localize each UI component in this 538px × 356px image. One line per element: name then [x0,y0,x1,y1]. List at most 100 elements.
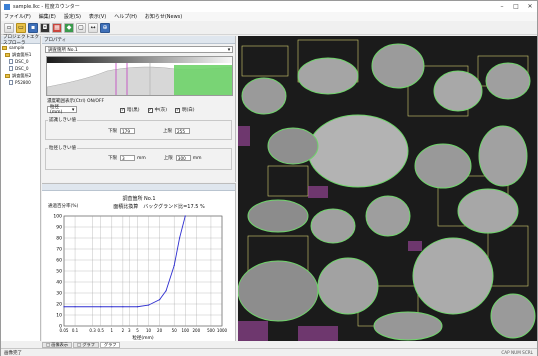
histogram-view[interactable] [46,56,233,96]
folder-icon [2,45,7,50]
lower-min-spinner[interactable]: 179 [120,128,135,134]
bottom-tab-strip: □ 画像表示 □ グラフ グラフ [42,341,236,348]
image-file-icon [9,80,13,85]
stone-image-view[interactable] [237,36,537,341]
data-point [122,306,124,308]
save-icon[interactable]: ▪ [28,22,38,33]
size-max-spinner[interactable]: 300 [175,155,191,161]
tab-graph-active[interactable]: グラフ [99,341,121,348]
tab-image-view[interactable]: □ 画像表示 [42,341,73,348]
size-group-title: 粒径しきい値 [48,145,77,151]
open-folder-icon[interactable]: ▭ [16,22,26,33]
x-tick-label: 20 [157,328,163,333]
x-tick-label: 10 [146,328,152,333]
y-tick-label: 90 [56,225,62,231]
x-tick-label: 50 [172,328,178,333]
x-tick-label: 100 [181,328,189,333]
size-max-label: 上限 [163,156,173,161]
size-max-unit: mm [192,155,202,161]
maximize-button[interactable]: □ [509,1,523,12]
tree-item-location1[interactable]: 調査箇所1 [1,51,40,58]
project-tree-panel: プロジェクトエクスプローラ sample 調査箇所1 DSC_0 DSC_0 調… [1,34,41,341]
light-checkbox[interactable]: ✓ 明(白) [175,107,195,113]
camera-icon[interactable]: ◘ [40,22,50,33]
y-axis-label: 通過百分率(%) [48,204,79,209]
settings-panel: プロパティ 調査箇所 No.1 ▾ 濃度範囲表示(Ctrl) ON/OFF 粒径… [42,36,236,182]
x-tick-label: 1000 [217,328,228,333]
arrow-icon[interactable]: ↔ [88,22,98,33]
folder-icon [5,73,10,78]
window-title: sample.lkc - 粒度カウンター [13,4,80,10]
y-tick-label: 100 [53,214,62,220]
tree-panel-header: プロジェクトエクスプローラ [1,34,40,46]
chart-title: 調査箇所 No.1 [122,196,156,202]
image-file-icon [9,59,13,64]
tree-item-location2[interactable]: 調査箇所2 [1,72,40,79]
x-tick-label: 0.05 [60,328,69,333]
y-tick-label: 20 [56,302,62,308]
select-icon[interactable]: ▢ [76,22,86,33]
check-icon: ✓ [120,107,125,113]
tree-item-image[interactable]: DSC_0 [1,65,40,72]
app-window: sample.lkc - 粒度カウンター – □ ✕ ファイル(F) 編集(E)… [0,0,538,356]
grid-icon[interactable]: ▦ [52,22,62,33]
lower-max-spinner[interactable]: 255 [175,128,190,134]
y-tick-label: 40 [56,280,62,286]
toolbar: ▫ ▭ ▪ ◘ ▦ ◆ ▢ ↔ ⊕ [1,21,537,35]
x-tick-label: 500 [207,328,215,333]
menu-settings[interactable]: 設定(S) [64,13,81,20]
data-point [158,299,161,301]
size-min-unit: mm [137,155,146,161]
menu-edit[interactable]: 編集(E) [39,13,56,20]
zoom-icon[interactable]: ⊕ [100,22,110,33]
location-select[interactable]: 調査箇所 No.1 ▾ [45,46,233,53]
image-file-icon [9,66,13,71]
status-indicators: CAP NUM SCRL [501,350,533,355]
size-min-label: 下限 [108,156,117,161]
x-tick-label: 3 [128,328,131,333]
data-point [178,237,181,239]
x-tick-label: 2 [122,328,125,333]
menu-news[interactable]: お知らせ(News) [145,13,182,20]
data-point [74,306,76,308]
new-file-icon[interactable]: ▫ [4,22,14,33]
status-bar: 画像完了 CAP NUM SCRL [1,348,537,356]
chevron-down-icon: ▾ [71,106,75,113]
mode-select[interactable]: 粒径(mm) ▾ [47,105,77,115]
tree-item-image[interactable]: DSC_0 [1,58,40,65]
menu-help[interactable]: ヘルプ(H) [114,13,137,20]
y-tick-label: 30 [56,291,62,297]
x-tick-label: 0.5 [98,328,105,333]
y-tick-label: 50 [56,269,62,275]
y-tick-label: 10 [56,313,62,319]
data-point [111,306,113,308]
close-button[interactable]: ✕ [523,1,537,12]
data-point [147,304,150,306]
menu-view[interactable]: 表示(V) [89,13,106,20]
y-tick-label: 70 [56,247,62,253]
app-icon [4,3,10,10]
color-icon[interactable]: ◆ [64,22,74,33]
dark-checkbox[interactable]: ✓ 暗(黒) [120,107,140,113]
mid-checkbox[interactable]: ✓ 中(灰) [147,107,167,113]
menu-file[interactable]: ファイル(F) [4,13,31,20]
x-tick-label: 1 [111,328,114,333]
tab-graph[interactable]: □ グラフ [73,341,99,348]
settings-panel-header: プロパティ [42,36,235,44]
check-icon: ✓ [175,107,181,113]
size-min-spinner[interactable]: 3 [120,155,135,161]
x-axis-label: 粒径(mm) [132,334,154,340]
chevron-down-icon: ▾ [227,46,231,53]
x-tick-label: 200 [193,328,201,333]
title-bar: sample.lkc - 粒度カウンター – □ ✕ [1,1,537,12]
tree-item-image[interactable]: P52800 [1,79,40,86]
data-point [100,306,102,308]
status-text: 画像完了 [4,350,22,356]
lower-max-label: 上限 [163,129,172,134]
threshold-group-title: 認識しきい値 [48,117,77,123]
data-point [184,215,186,217]
graph-panel-header [42,184,235,191]
x-tick-label: 0.3 [89,328,96,333]
minimize-button[interactable]: – [495,1,509,12]
data-point [173,264,175,267]
